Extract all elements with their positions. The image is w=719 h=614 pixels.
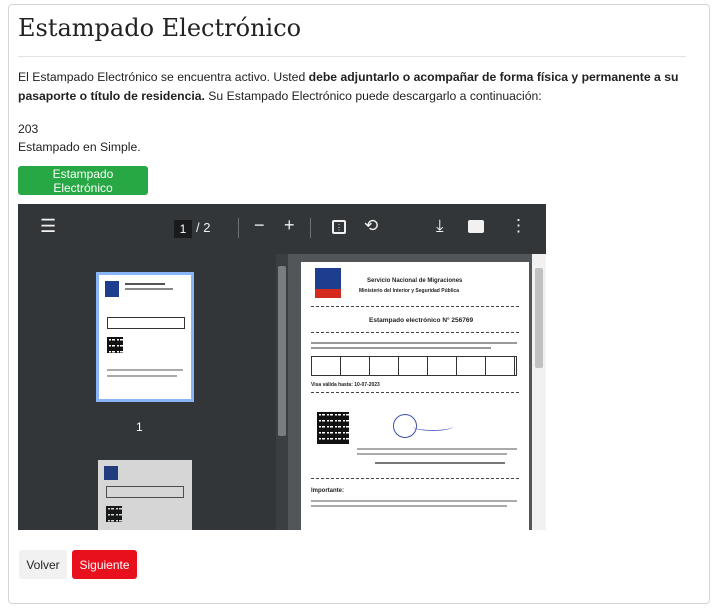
doc-notice-title: Importante:	[311, 488, 344, 494]
doc-heading: Estampado electrónico N° 256769	[369, 317, 474, 324]
pdf-page: Servicio Nacional de Migraciones Ministe…	[301, 262, 529, 530]
doc-org-name: Servicio Nacional de Migraciones	[367, 278, 463, 284]
doc-validity: Visa válida hasta: 10-07-2023	[311, 382, 380, 388]
thumbnail-line	[107, 369, 183, 371]
page-separator: /	[196, 220, 200, 235]
doc-divider	[311, 332, 519, 334]
page-thumbnail-2[interactable]	[98, 460, 192, 530]
doc-divider	[311, 478, 519, 480]
government-logo	[315, 268, 341, 298]
thumbnail-table	[107, 317, 185, 329]
menu-icon[interactable]: ☰	[40, 216, 56, 237]
zoom-in-icon[interactable]: +	[284, 215, 295, 236]
thumbnail-line	[125, 283, 165, 285]
stamp-code: 203	[18, 122, 39, 136]
toolbar-divider	[310, 218, 311, 238]
print-icon[interactable]	[468, 220, 484, 233]
thumbnail-line	[125, 288, 173, 290]
page-title: Estampado Electrónico	[18, 14, 302, 42]
pdf-viewer: ☰ 1 / 2 − + ⋮ ⟲ ⤓ ⋮ 1 Servicio Nacional …	[18, 204, 546, 530]
doc-text-line	[357, 453, 507, 455]
rotate-icon[interactable]: ⟲	[364, 216, 378, 236]
download-icon[interactable]: ⤓	[436, 216, 444, 236]
stamp-status: Estampado en Simple.	[18, 140, 141, 154]
thumbnail-line	[107, 375, 177, 377]
page-thumbnail-1[interactable]	[96, 272, 194, 402]
doc-qr-code	[317, 412, 349, 444]
doc-text-line	[375, 462, 505, 464]
doc-divider	[311, 306, 519, 308]
page-scroll-thumb[interactable]	[535, 268, 543, 368]
doc-data-table	[311, 356, 517, 376]
thumbnail-qr	[107, 337, 123, 353]
pdf-toolbar: ☰ 1 / 2 − + ⋮ ⟲ ⤓ ⋮	[18, 204, 546, 254]
zoom-out-icon[interactable]: −	[254, 215, 265, 236]
thumbnail-scrollbar[interactable]	[276, 254, 288, 530]
more-icon[interactable]: ⋮	[510, 216, 527, 236]
thumbnail-table	[106, 486, 184, 498]
doc-signature	[413, 422, 453, 431]
next-button[interactable]: Siguiente	[72, 550, 137, 579]
page-count: / 2	[196, 220, 210, 235]
page-number-input[interactable]: 1	[174, 220, 192, 238]
back-button[interactable]: Volver	[19, 550, 67, 579]
thumbnail-logo	[105, 281, 119, 297]
page-scrollbar[interactable]	[532, 254, 546, 530]
fit-page-icon[interactable]: ⋮	[332, 220, 346, 234]
total-pages: 2	[203, 220, 211, 235]
intro-paragraph: El Estampado Electrónico se encuentra ac…	[18, 68, 690, 106]
thumbnail-scroll-thumb[interactable]	[278, 266, 286, 436]
download-stamp-button[interactable]: Estampado Electrónico	[18, 166, 148, 195]
thumbnail-logo	[104, 466, 118, 480]
thumbnail-qr	[106, 506, 122, 522]
doc-divider	[311, 392, 519, 394]
doc-text-line	[357, 448, 517, 450]
title-divider	[18, 56, 686, 57]
doc-text-line	[311, 500, 517, 502]
toolbar-divider	[238, 218, 239, 238]
intro-text-2: Su Estampado Electrónico puede descargar…	[204, 89, 542, 103]
doc-ministry: Ministerio del Interior y Seguridad Públ…	[359, 288, 460, 294]
thumbnail-page-label: 1	[136, 420, 143, 434]
doc-text-line	[311, 342, 517, 344]
doc-text-line	[311, 347, 491, 349]
doc-text-line	[311, 505, 507, 507]
thumbnail-sidebar: 1	[18, 254, 288, 530]
intro-text-1: El Estampado Electrónico se encuentra ac…	[18, 70, 309, 84]
